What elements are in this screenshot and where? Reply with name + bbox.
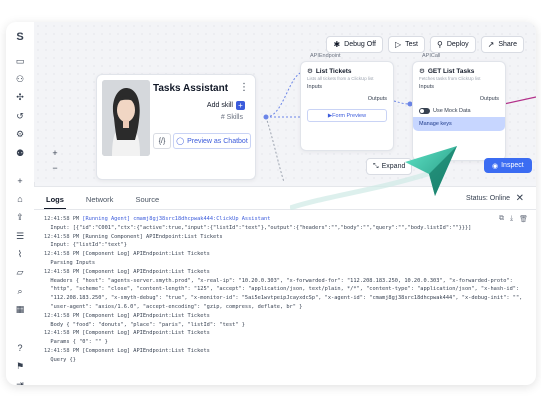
log-timestamp: 12:41:58 PM: [44, 233, 83, 240]
database-icon[interactable]: ☰: [14, 230, 26, 242]
chart-icon[interactable]: ⌇: [14, 248, 26, 260]
log-message: [Running Component] APIEndpoint:List Tic…: [82, 233, 223, 240]
log-line: 12:41:58 PM [Running Agent] cmamj8gj38sr…: [44, 215, 496, 224]
log-message: Query {}: [44, 356, 76, 363]
log-actions: ⧉ ⤓ 🗑: [499, 215, 528, 223]
log-message: [Component Log] APIEndpoint:List Tickets: [82, 268, 210, 275]
log-line: 12:41:58 PM [Component Log] APIEndpoint:…: [44, 347, 496, 356]
log-message: "user-agent": "axios/1.6.0", "accept-enc…: [44, 303, 303, 310]
settings-icon[interactable]: ⚙: [14, 128, 26, 140]
log-message: "http", "scheme": "close", "content-leng…: [44, 286, 520, 293]
panel-tabs: Logs Network Source: [44, 193, 161, 209]
log-message: [Running Agent] cmamj8gj38src18dhcpwak44…: [82, 216, 271, 222]
log-timestamp: 12:41:58 PM: [44, 312, 83, 319]
help-icon[interactable]: ?: [14, 342, 26, 354]
agent-card[interactable]: Tasks Assistant ⋮ Add skill + # Skills {/…: [96, 74, 256, 180]
log-line: 12:41:58 PM [Component Log] APIEndpoint:…: [44, 250, 496, 259]
home-icon[interactable]: ⌂: [14, 193, 26, 205]
log-message: Body { "food": "donuts", "place": "paris…: [44, 321, 245, 328]
log-message: Parsing Inputs: [44, 259, 96, 266]
log-message: "112.208.183.250", "x-smyth-debug": "tru…: [44, 295, 523, 302]
chat-icon: ◯: [176, 138, 185, 145]
code-button[interactable]: {/}: [153, 133, 171, 149]
log-line: 12:41:58 PM [Component Log] APIEndpoint:…: [44, 268, 496, 277]
log-timestamp: 12:41:58 PM: [44, 268, 83, 275]
log-timestamp: 12:41:58 PM: [44, 347, 83, 354]
form-preview-button[interactable]: ▶ Form Preview: [307, 109, 387, 122]
gear-icon: ⚙: [419, 68, 425, 75]
debug-panel: Logs Network Source Status: Online ✕ ⧉ ⤓…: [34, 186, 536, 385]
log-line: Input: {"listId":"text"}: [44, 241, 496, 250]
log-output: 12:41:58 PM [Running Agent] cmamj8gj38sr…: [44, 215, 522, 365]
zoom-out-icon[interactable]: −: [49, 162, 61, 174]
trash-icon[interactable]: 🗑: [519, 215, 528, 223]
plus-icon[interactable]: +: [14, 175, 26, 187]
close-icon[interactable]: ✕: [516, 193, 524, 204]
plus-icon: +: [236, 101, 245, 110]
log-message: [Component Log] APIEndpoint:List Tickets: [82, 251, 210, 258]
log-line: Body { "food": "donuts", "place": "paris…: [44, 321, 496, 330]
log-message: [Component Log] APIEndpoint:List Tickets: [82, 347, 210, 354]
log-line: 12:41:58 PM [Component Log] APIEndpoint:…: [44, 329, 496, 338]
preview-chatbot-button[interactable]: ◯ Preview as Chatbot: [173, 133, 251, 149]
upload-icon[interactable]: ⇪: [14, 211, 26, 223]
log-message: Params { "0": "" }: [44, 339, 108, 346]
node-type-label: APIEndpoint: [310, 53, 341, 59]
collapse-icon[interactable]: ⇥: [14, 378, 26, 385]
logo-icon[interactable]: S: [14, 31, 26, 43]
search-icon[interactable]: ⌕: [14, 285, 26, 297]
history-icon[interactable]: ↺: [14, 110, 26, 122]
log-message: Input: [{"id":"C001","ctx":{"active":tru…: [44, 224, 472, 231]
agent-title: Tasks Assistant: [153, 83, 229, 94]
log-timestamp: 12:41:58 PM: [44, 330, 83, 337]
copy-icon[interactable]: ⧉: [499, 215, 504, 223]
skills-label: # Skills: [220, 114, 243, 121]
log-line: Headers { "host": "agents-server.smyth.p…: [44, 277, 512, 286]
log-message: Headers { "host": "agents-server.smyth.p…: [44, 277, 513, 284]
log-line: "user-agent": "axios/1.6.0", "accept-enc…: [44, 303, 496, 312]
log-message: [Component Log] APIEndpoint:List Tickets: [82, 330, 210, 337]
log-message: [Component Log] APIEndpoint:List Tickets: [82, 312, 210, 319]
download-icon[interactable]: ⤓: [510, 215, 513, 223]
log-timestamp: 12:41:58 PM: [44, 216, 83, 222]
node-type-label: APICall: [422, 53, 441, 59]
flag-icon[interactable]: ⚑: [14, 360, 26, 372]
gear-icon: ⚙: [307, 68, 313, 75]
zoom-in-icon[interactable]: +: [49, 147, 61, 159]
log-line: Input: [{"id":"C001","ctx":{"active":tru…: [44, 224, 496, 233]
users-icon[interactable]: ⚇: [14, 73, 26, 85]
api-endpoint-node[interactable]: ⚙ List Tickets Lists all tickets from a C…: [300, 61, 394, 151]
folder-icon[interactable]: ▱: [14, 266, 26, 278]
log-line: 12:41:58 PM [Running Component] APIEndpo…: [44, 233, 496, 242]
grid-icon[interactable]: ▦: [14, 303, 26, 315]
eye-icon: ◉: [492, 162, 499, 170]
user-cog-icon[interactable]: ⚉: [14, 147, 26, 159]
tab-source[interactable]: Source: [133, 193, 161, 209]
inbox-icon[interactable]: ▭: [14, 55, 26, 67]
manage-keys-button[interactable]: Manage keys: [413, 117, 505, 131]
log-line: "112.208.183.250", "x-smyth-debug": "tru…: [44, 294, 522, 303]
agent-avatar: [102, 80, 150, 156]
puzzle-icon[interactable]: ✣: [14, 91, 26, 103]
add-skill-button[interactable]: Add skill +: [207, 101, 245, 110]
more-options-icon[interactable]: ⋮: [239, 82, 249, 93]
log-line: Query {}: [44, 356, 496, 365]
sidebar-rail: S ▭ ⚇ ✣ ↺ ⚙ ⚉ + ⌂ ⇪ ☰ ⌇ ▱ ⌕ ▦ ? ⚑ ⇥: [6, 22, 35, 385]
log-line: Params { "0": "" }: [44, 338, 496, 347]
cursor-arrow-icon: [405, 146, 457, 196]
log-message: Input: {"listId":"text"}: [44, 242, 127, 249]
tab-logs[interactable]: Logs: [44, 193, 66, 209]
log-line: Parsing Inputs: [44, 259, 496, 268]
log-timestamp: 12:41:58 PM: [44, 251, 83, 258]
toggle-switch[interactable]: [419, 108, 430, 114]
log-line: "http", "scheme": "close", "content-leng…: [44, 285, 519, 294]
mock-data-toggle[interactable]: Use Mock Data: [413, 105, 505, 117]
log-line: 12:41:58 PM [Component Log] APIEndpoint:…: [44, 312, 496, 321]
tab-network[interactable]: Network: [84, 193, 116, 209]
inspect-button[interactable]: ◉ Inspect: [484, 158, 532, 173]
